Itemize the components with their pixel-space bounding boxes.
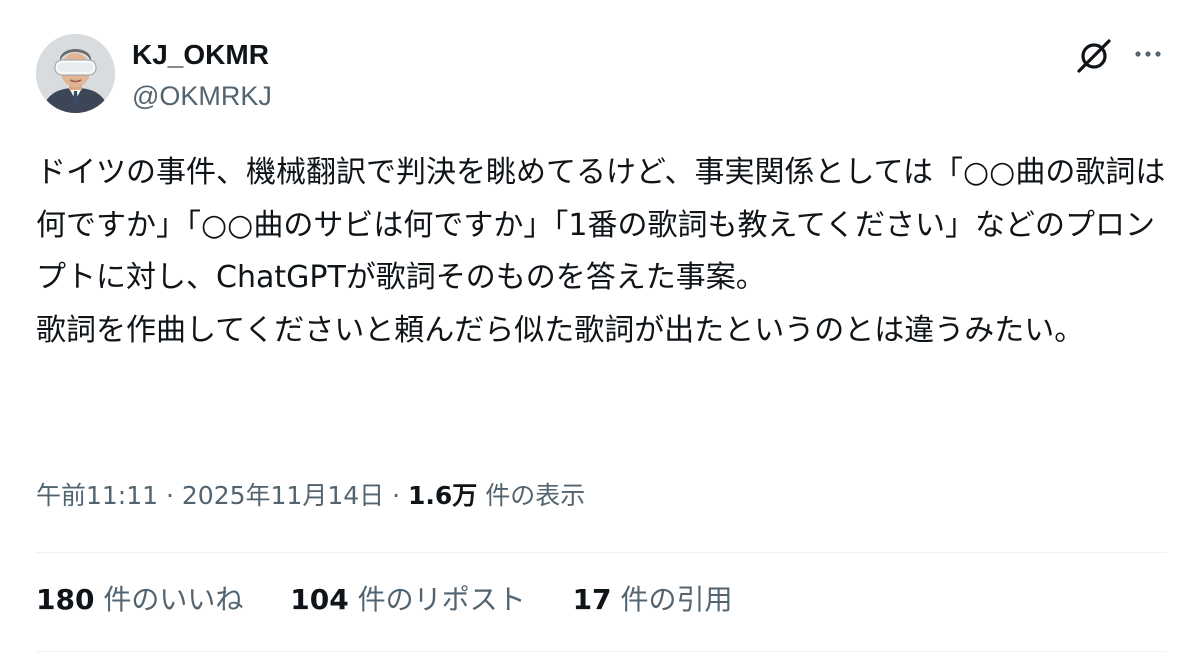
reposts-count: 104 bbox=[290, 583, 349, 616]
quotes-stat[interactable]: 17 件の引用 bbox=[573, 580, 733, 620]
meta-separator: · bbox=[392, 481, 401, 510]
more-options-icon[interactable] bbox=[1128, 36, 1168, 76]
likes-label: 件のいいね bbox=[103, 583, 244, 616]
avatar[interactable] bbox=[36, 34, 115, 113]
author-handle[interactable]: @OKMRKJ bbox=[132, 79, 272, 113]
divider bbox=[36, 651, 1166, 652]
tweet-text: ドイツの事件、機械翻訳で判決を眺めてるけど、事実関係としては「○○曲の歌詞は何で… bbox=[36, 147, 1176, 357]
tweet-date[interactable]: 2025年11月14日 bbox=[182, 481, 384, 510]
views-label: 件の表示 bbox=[485, 481, 586, 510]
author-name[interactable]: KJ_OKMR bbox=[132, 38, 269, 72]
quotes-count: 17 bbox=[572, 583, 612, 616]
quotes-label: 件の引用 bbox=[620, 583, 733, 616]
meta-separator: · bbox=[166, 481, 174, 510]
tweet-time[interactable]: 午前11:11 bbox=[36, 481, 158, 510]
tweet-meta: 午前11:11 · 2025年11月14日 · 1.6万 件の表示 bbox=[36, 478, 585, 514]
likes-count: 180 bbox=[36, 583, 95, 616]
divider bbox=[36, 552, 1166, 553]
views-count: 1.6万 bbox=[408, 481, 478, 510]
reposts-label: 件のリポスト bbox=[357, 583, 526, 616]
reposts-stat[interactable]: 104 件のリポスト bbox=[290, 580, 525, 620]
engagement-stats: 180 件のいいね 104 件のリポスト 17 件の引用 bbox=[36, 580, 770, 620]
likes-stat[interactable]: 180 件のいいね bbox=[36, 580, 243, 620]
tweet-paragraph-1: ドイツの事件、機械翻訳で判決を眺めてるけど、事実関係としては「○○曲の歌詞は何で… bbox=[36, 155, 1166, 295]
grok-icon[interactable] bbox=[1074, 36, 1114, 76]
tweet-paragraph-2: 歌詞を作曲してくださいと頼んだら似た歌詞が出たというのとは違うみたい。 bbox=[36, 312, 1085, 348]
